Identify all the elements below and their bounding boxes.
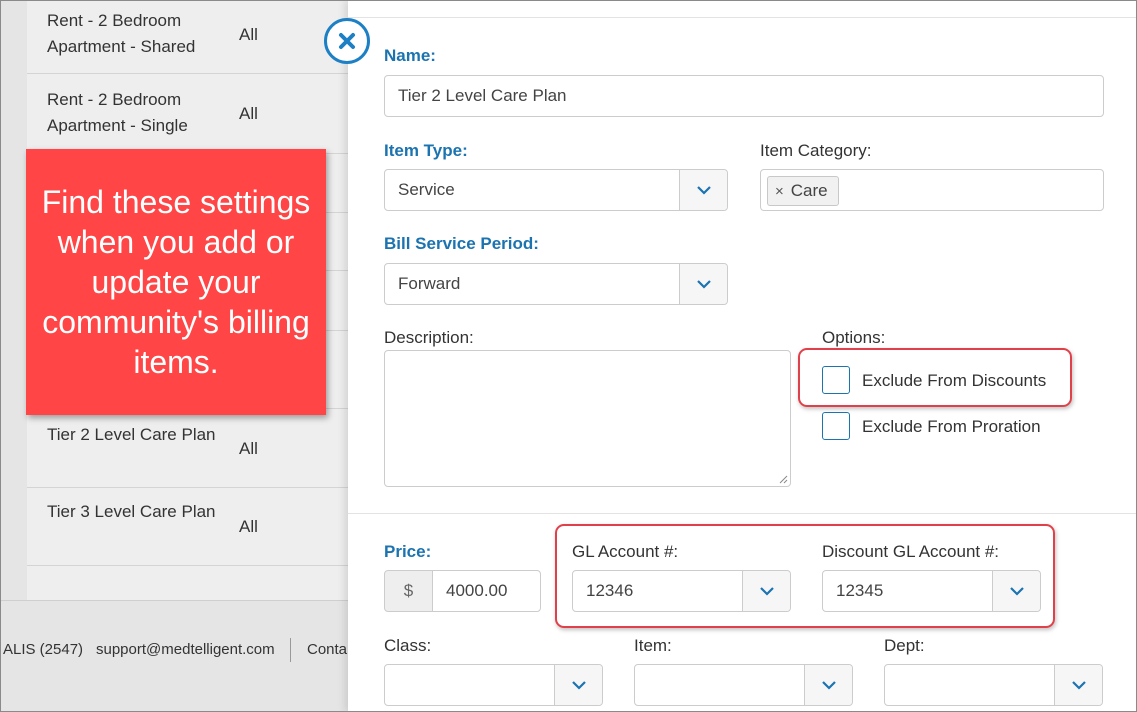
- chevron-down-icon[interactable]: [804, 665, 852, 705]
- class-value: [385, 665, 554, 705]
- name-value: Tier 2 Level Care Plan: [398, 86, 567, 105]
- resize-handle-icon[interactable]: [778, 474, 788, 484]
- list-item[interactable]: Tier 3 Level Care Plan All: [27, 488, 348, 566]
- price-value: 4000.00: [446, 581, 508, 600]
- class-select[interactable]: [384, 664, 603, 706]
- edit-billing-item-panel: Name: Tier 2 Level Care Plan Item Type: …: [348, 0, 1137, 712]
- item-scope: All: [239, 517, 258, 536]
- chevron-down-icon[interactable]: [992, 571, 1040, 611]
- list-item[interactable]: Tier 2 Level Care Plan All: [27, 408, 348, 488]
- options-label: Options:: [822, 328, 886, 347]
- list-item[interactable]: Rent - 2 Bedroom Apartment - Single All: [27, 74, 348, 154]
- item-name: Rent - 2 Bedroom Apartment - Shared: [47, 11, 196, 56]
- gl-account-select[interactable]: 12346: [572, 570, 791, 612]
- chevron-down-icon[interactable]: [679, 170, 727, 210]
- annotation-callout: Find these settings when you add or upda…: [26, 149, 326, 415]
- item-scope: All: [239, 25, 258, 44]
- discount-gl-account-select[interactable]: 12345: [822, 570, 1041, 612]
- exclude-from-discounts-label[interactable]: Exclude From Discounts: [862, 371, 1046, 391]
- currency-symbol: $: [403, 581, 414, 600]
- category-tag: × Care: [767, 176, 839, 206]
- description-label: Description:: [384, 328, 474, 347]
- close-panel-button[interactable]: [324, 18, 370, 64]
- discount-gl-account-label: Discount GL Account #:: [822, 542, 1000, 561]
- price-label: Price:: [384, 542, 432, 561]
- bill-service-period-label: Bill Service Period:: [384, 234, 539, 253]
- class-label: Class:: [384, 636, 432, 655]
- item-name: Tier 3 Level Care Plan: [47, 502, 216, 521]
- list-item[interactable]: Rent - 2 Bedroom Apartment - Shared All: [27, 0, 348, 74]
- item-name: Tier 2 Level Care Plan: [47, 425, 216, 444]
- chevron-down-icon[interactable]: [679, 264, 727, 304]
- item-name: Rent - 2 Bedroom Apartment - Single: [47, 90, 188, 135]
- name-label: Name:: [384, 46, 436, 65]
- footer-divider: [290, 638, 291, 662]
- currency-addon: $: [384, 570, 433, 612]
- item-select[interactable]: [634, 664, 853, 706]
- footer-email-link[interactable]: support@medtelligent.com: [96, 641, 275, 658]
- exclude-from-proration-label[interactable]: Exclude From Proration: [862, 417, 1041, 437]
- chevron-down-icon[interactable]: [1054, 665, 1102, 705]
- panel-top-border: [348, 17, 1137, 18]
- price-input[interactable]: 4000.00: [432, 570, 541, 612]
- section-divider: [348, 513, 1137, 514]
- callout-text: Find these settings when you add or upda…: [41, 184, 311, 380]
- footer-phone: ALIS (2547): [3, 641, 84, 658]
- item-type-value: Service: [398, 180, 455, 199]
- item-value: [635, 665, 804, 705]
- dept-select[interactable]: [884, 664, 1103, 706]
- item-label: Item:: [634, 636, 672, 655]
- dept-value: [885, 665, 1054, 705]
- gl-account-label: GL Account #:: [572, 542, 679, 561]
- discount-gl-account-value: 12345: [836, 581, 884, 600]
- close-circle-icon: [339, 33, 355, 49]
- item-type-select[interactable]: Service: [384, 169, 728, 211]
- gl-account-value: 12346: [586, 581, 634, 600]
- description-textarea[interactable]: [384, 350, 791, 487]
- item-scope: All: [239, 104, 258, 123]
- tag-label: Care: [790, 181, 828, 200]
- bill-service-period-value: Forward: [398, 274, 461, 293]
- footer-contact-link[interactable]: Conta: [307, 641, 347, 658]
- exclude-from-discounts-checkbox[interactable]: [822, 366, 850, 394]
- bill-service-period-select[interactable]: Forward: [384, 263, 728, 305]
- item-scope: All: [239, 439, 258, 458]
- item-category-label: Item Category:: [760, 141, 872, 160]
- item-category-multiselect[interactable]: × Care: [760, 169, 1104, 211]
- dept-label: Dept:: [884, 636, 925, 655]
- chevron-down-icon[interactable]: [742, 571, 790, 611]
- exclude-from-proration-checkbox[interactable]: [822, 412, 850, 440]
- chevron-down-icon[interactable]: [554, 665, 602, 705]
- name-input[interactable]: Tier 2 Level Care Plan: [384, 75, 1104, 117]
- item-type-label: Item Type:: [384, 141, 468, 160]
- tag-remove-icon[interactable]: ×: [775, 183, 784, 200]
